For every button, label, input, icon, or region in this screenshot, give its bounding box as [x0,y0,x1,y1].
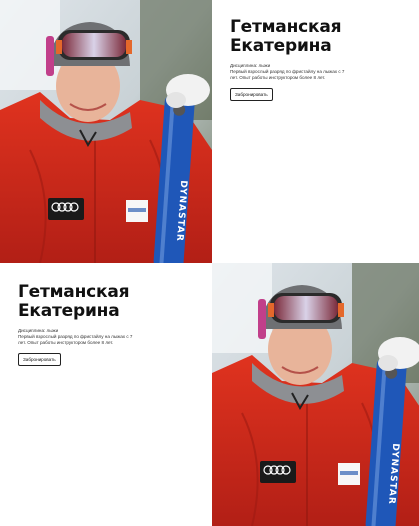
instructor-info: Гетманская Екатерина Дисциплина: лыжи Пе… [0,263,207,526]
instructor-info: Гетманская Екатерина Дисциплина: лыжи Пе… [212,0,419,263]
instructor-card: DYNASTAR Гетманская Екатерина Дисциплина… [0,0,419,263]
book-button[interactable]: Забронировать [230,87,273,101]
instructor-photo: DYNASTAR [0,0,212,263]
instructor-name: Гетманская Екатерина [230,18,415,56]
instructor-name-line2: Екатерина [18,301,120,321]
instructor-photo: DYNASTAR [212,263,419,526]
instructor-name-line2: Екатерина [230,36,332,56]
instructor-name-line1: Гетманская [18,282,130,302]
book-button[interactable]: Забронировать [18,352,61,366]
instructor-description: Дисциплина: лыжи Первый взрослый разряд … [230,63,350,82]
instructor-card: Гетманская Екатерина Дисциплина: лыжи Пе… [0,263,419,526]
instructor-name-line1: Гетманская [230,17,342,37]
instructor-name: Гетманская Екатерина [18,283,203,321]
bio-line: лет. Опыт работы инструктором более 8 ле… [230,75,326,81]
bio-line: лет. Опыт работы инструктором более 8 ле… [18,340,114,346]
instructor-description: Дисциплина: лыжи Первый взрослый разряд … [18,328,138,347]
